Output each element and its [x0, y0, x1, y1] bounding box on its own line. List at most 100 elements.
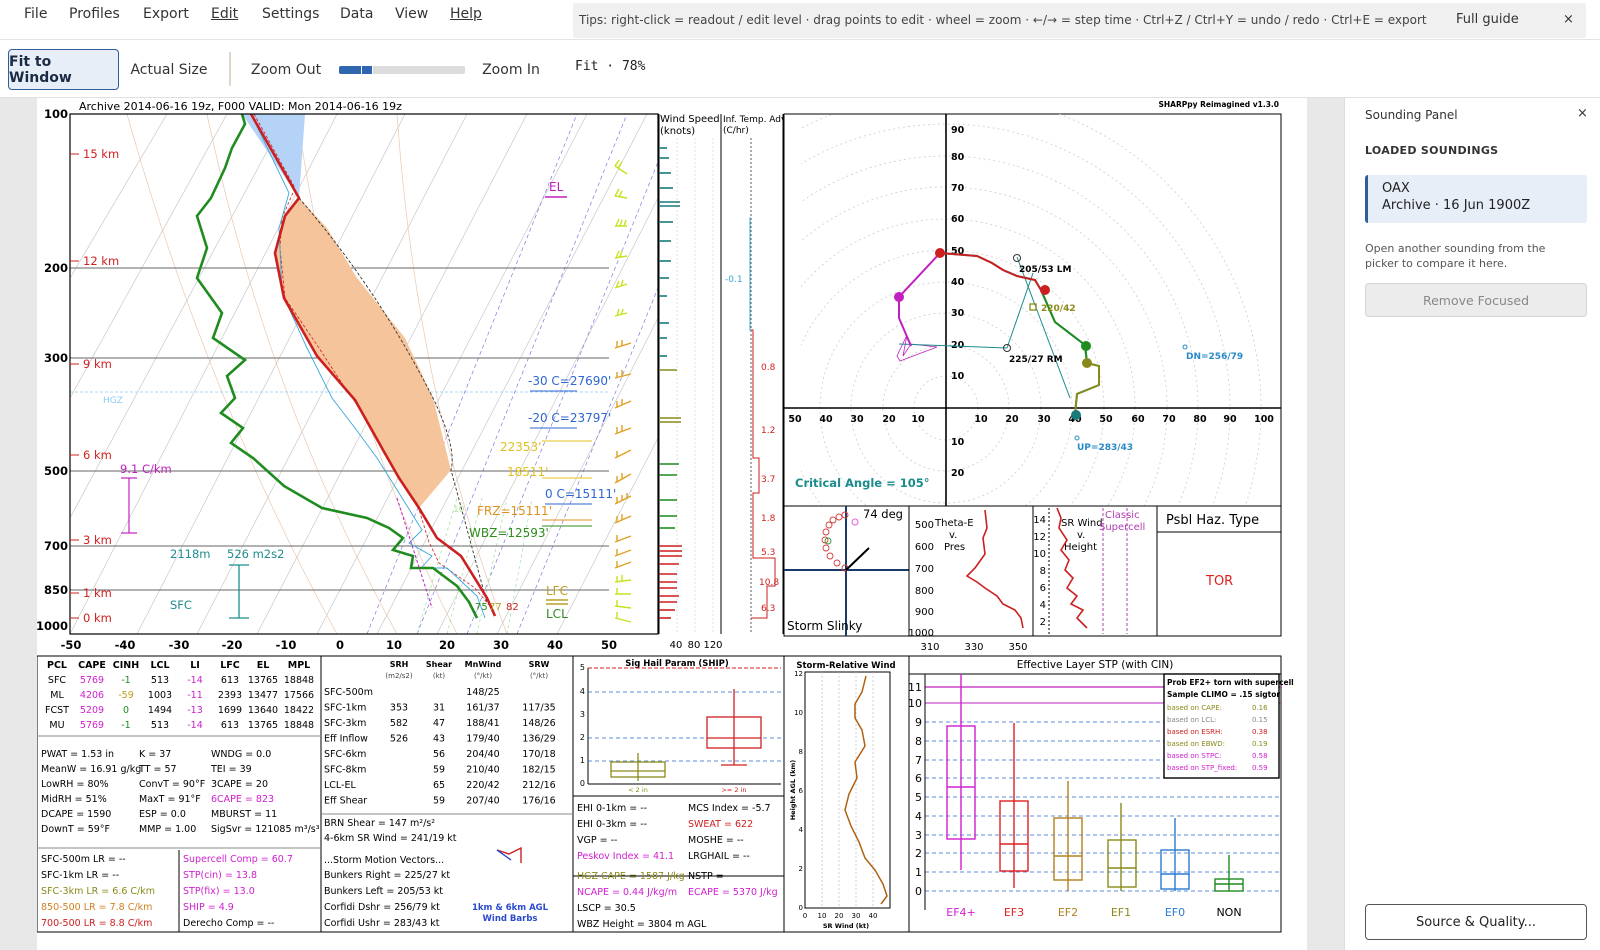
downshear-label: DN=256/79: [1186, 352, 1243, 362]
sounding-canvas[interactable]: Archive 2014-06-16 19z, F000 VALID: Mon …: [37, 98, 1307, 950]
kin-cell: 148/26: [522, 718, 555, 729]
misc-value: EHI 0-3km = --: [577, 819, 647, 830]
source-quality-button[interactable]: Source & Quality...: [1365, 904, 1587, 940]
fit-to-window-button[interactable]: Fit to Window: [8, 49, 119, 90]
barbs-caption-line2: Wind Barbs: [483, 914, 538, 924]
misc-value: SWEAT = 622: [688, 819, 753, 830]
lapse-rate: SFC-1km LR = --: [41, 870, 119, 881]
zoom-in-button[interactable]: Zoom In: [478, 49, 544, 90]
sr-wind-title-line2: v.: [1077, 530, 1085, 541]
hodo-x-label: 80: [1193, 414, 1207, 425]
stp-legend-label: based on LCL:: [1167, 716, 1216, 724]
stp-legend-label: based on STPC:: [1167, 752, 1222, 760]
ship-tick: 1: [580, 756, 585, 765]
stp-title: Effective Layer STP (with CIN): [1017, 659, 1174, 671]
thermo-value: MidRH = 51%: [41, 794, 107, 805]
m30-height-label: -30 C=27690': [528, 374, 611, 388]
thermo-value: TT = 57: [138, 764, 177, 775]
kin-unit: (m2/s2): [385, 672, 412, 680]
menu-settings[interactable]: Settings: [260, 6, 321, 22]
actual-size-button[interactable]: Actual Size: [126, 49, 212, 90]
t-label: -40: [115, 638, 136, 652]
thermo-value: SigSvr = 121085 m³/s³: [211, 824, 320, 835]
menu-export[interactable]: Export: [141, 6, 191, 22]
ship-tick: 2: [580, 733, 585, 742]
te-p-tick: 700: [915, 564, 934, 575]
corfidi-ushr: Corfidi Ushr = 283/43 kt: [324, 918, 440, 929]
parcel-header: CAPE: [78, 660, 106, 671]
thermo-value: PWAT = 1.53 in: [41, 749, 114, 760]
panel-close-button[interactable]: ×: [1577, 106, 1588, 121]
height-label: 1 km: [83, 586, 112, 600]
stp-legend-value: 0.15: [1252, 716, 1268, 724]
kin-header: SRH: [390, 660, 409, 669]
height-label: 3 km: [83, 533, 112, 547]
parcel-cell: 4206: [80, 690, 104, 701]
stp-legend-value: 0.58: [1252, 752, 1268, 760]
hodo-ring-label: 10: [951, 437, 965, 448]
kin-row-label: LCL-EL: [324, 780, 356, 791]
parcel-cell: 2393: [218, 690, 242, 701]
sr-h-tick: 12: [1033, 532, 1046, 543]
srw-xtick: 30: [852, 912, 861, 920]
wind-speed-title-line1: Wind Speed: [660, 114, 720, 125]
stp-ytick: 0: [915, 885, 922, 898]
kin-cell: 179/40: [466, 734, 499, 745]
full-guide-link[interactable]: Full guide: [1456, 12, 1519, 27]
stp-legend-value: 0.19: [1252, 740, 1268, 748]
kin-unit: (kt): [433, 672, 446, 680]
remove-focused-button[interactable]: Remove Focused: [1365, 283, 1587, 317]
srw-xlabel: SR Wind (kt): [823, 922, 869, 930]
sounding-card-oax[interactable]: OAX Archive · 16 Jun 1900Z: [1365, 175, 1587, 223]
menu-file[interactable]: File: [22, 6, 49, 22]
kin-cell: 210/40: [466, 765, 499, 776]
zoom-slider-thumb[interactable]: [360, 65, 373, 75]
stp-legend-label: based on EBWD:: [1167, 740, 1225, 748]
classic-supercell-line2: Supercell: [1099, 522, 1145, 533]
kin-cell: 353: [390, 703, 408, 714]
sfc-dewpoint-label: 75: [475, 602, 488, 613]
menu-view[interactable]: View: [393, 6, 430, 22]
misc-value: NSTP = --: [688, 871, 734, 882]
kin-cell: 43: [433, 734, 445, 745]
misc-value: MOSHE = --: [688, 835, 744, 846]
kin-cell: 526: [390, 734, 408, 745]
hodo-ring-label: 60: [951, 214, 965, 225]
thermo-value: ConvT = 90°F: [139, 779, 205, 790]
zoom-out-button[interactable]: Zoom Out: [246, 49, 326, 90]
skewt-panel[interactable]: Archive 2014-06-16 19z, F000 VALID: Mon …: [37, 98, 801, 656]
hodo-x-label: 10: [911, 414, 925, 425]
hodo-x-label: 20: [1005, 414, 1019, 425]
wind-tick: 80: [688, 640, 701, 651]
misc-value: ECAPE = 5370 J/kg: [688, 887, 778, 898]
eff-srh-label: 526 m2s2: [227, 547, 284, 561]
zoom-slider[interactable]: [339, 65, 465, 75]
tips-close-button[interactable]: ×: [1563, 12, 1574, 27]
parcel-header: PCL: [47, 660, 67, 671]
menu-help[interactable]: Help: [448, 6, 484, 22]
hodo-ring-label: 20: [951, 468, 965, 479]
classic-supercell-line1: Classic: [1105, 510, 1140, 521]
menu-edit[interactable]: Edit: [209, 6, 240, 22]
theta-e-title-line2: v.: [949, 530, 957, 541]
ita-title-line2: (C/hr): [723, 126, 749, 136]
possible-hazard-panel: Psbl Haz. Type TOR: [1156, 505, 1282, 637]
parcel-cell: -59: [118, 690, 134, 701]
composite-value: SHIP = 4.9: [183, 902, 234, 913]
kin-cell: 212/16: [522, 780, 555, 791]
menu-data[interactable]: Data: [338, 6, 375, 22]
menu-profiles[interactable]: Profiles: [67, 6, 122, 22]
kin-cell: 148/25: [466, 687, 499, 698]
sfc-label: SFC: [170, 598, 192, 612]
stp-legend-label: based on CAPE:: [1167, 704, 1222, 712]
zero-c-height-label: 0 C=15111': [545, 487, 616, 501]
hodo-x-label: 20: [882, 414, 896, 425]
parcel-cell: 513: [151, 720, 169, 731]
parcel-cell: 5769: [80, 675, 104, 686]
hodo-x-label: 70: [1162, 414, 1176, 425]
parcel-cell: 5769: [80, 720, 104, 731]
te-p-tick: 900: [915, 607, 934, 618]
ten-label: 10: [453, 505, 465, 515]
kin-cell: 204/40: [466, 749, 499, 760]
sounding-display[interactable]: Archive 2014-06-16 19z, F000 VALID: Mon …: [37, 98, 1307, 950]
